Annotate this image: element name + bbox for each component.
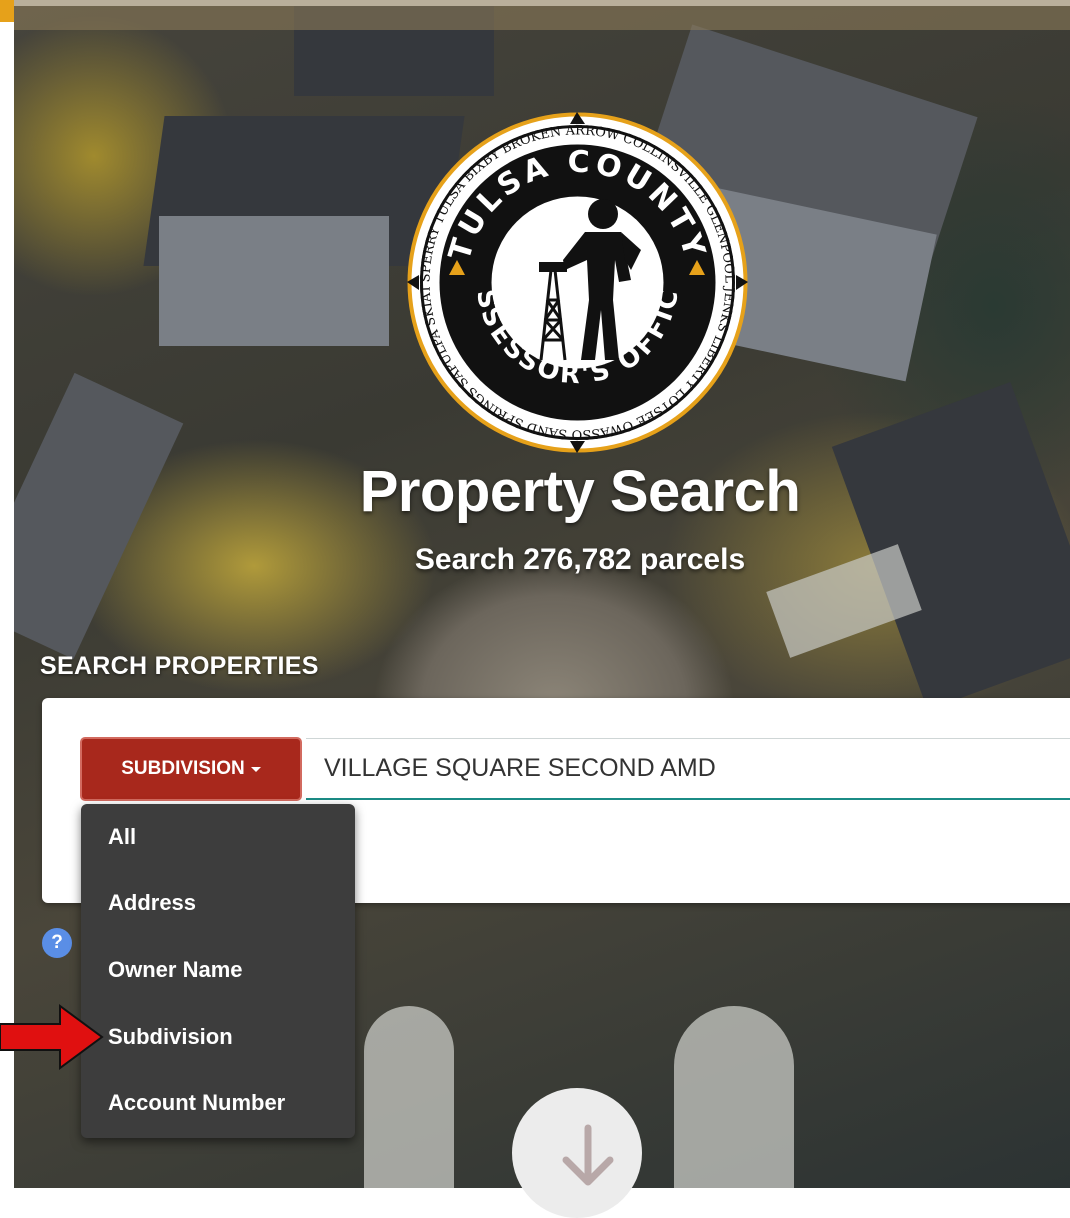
corner-accent: [0, 0, 14, 22]
scroll-down-button[interactable]: [512, 1088, 642, 1218]
driveway: [674, 1006, 794, 1188]
caret-down-icon: [250, 766, 261, 772]
house-roof: [159, 216, 389, 346]
search-type-label: SUBDIVISION: [121, 758, 245, 779]
search-type-menu: All Address Owner Name Subdivision Accou…: [81, 804, 355, 1138]
menu-item-owner-name[interactable]: Owner Name: [108, 957, 243, 983]
annotation-arrow-icon: [0, 1004, 104, 1070]
page-title: Property Search: [359, 459, 801, 524]
parcel-count-subtitle: Search 276,782 parcels: [414, 543, 746, 576]
search-type-dropdown-button[interactable]: SUBDIVISION: [80, 737, 302, 801]
driveway: [364, 1006, 454, 1188]
menu-item-all[interactable]: All: [108, 824, 136, 850]
hero-top-strip: [14, 0, 1070, 30]
scroll-down-icon: [562, 1124, 614, 1186]
menu-item-address[interactable]: Address: [108, 890, 196, 916]
help-icon[interactable]: ?: [42, 928, 72, 958]
menu-item-account-number[interactable]: Account Number: [108, 1090, 285, 1116]
menu-item-subdivision[interactable]: Subdivision: [108, 1024, 233, 1050]
assessor-seal-logo: SPERRY TULSA BIXBY BROKEN ARROW COLLINSV…: [405, 110, 748, 453]
search-section-label: SEARCH PROPERTIES: [40, 652, 319, 680]
search-input[interactable]: [306, 738, 1070, 800]
